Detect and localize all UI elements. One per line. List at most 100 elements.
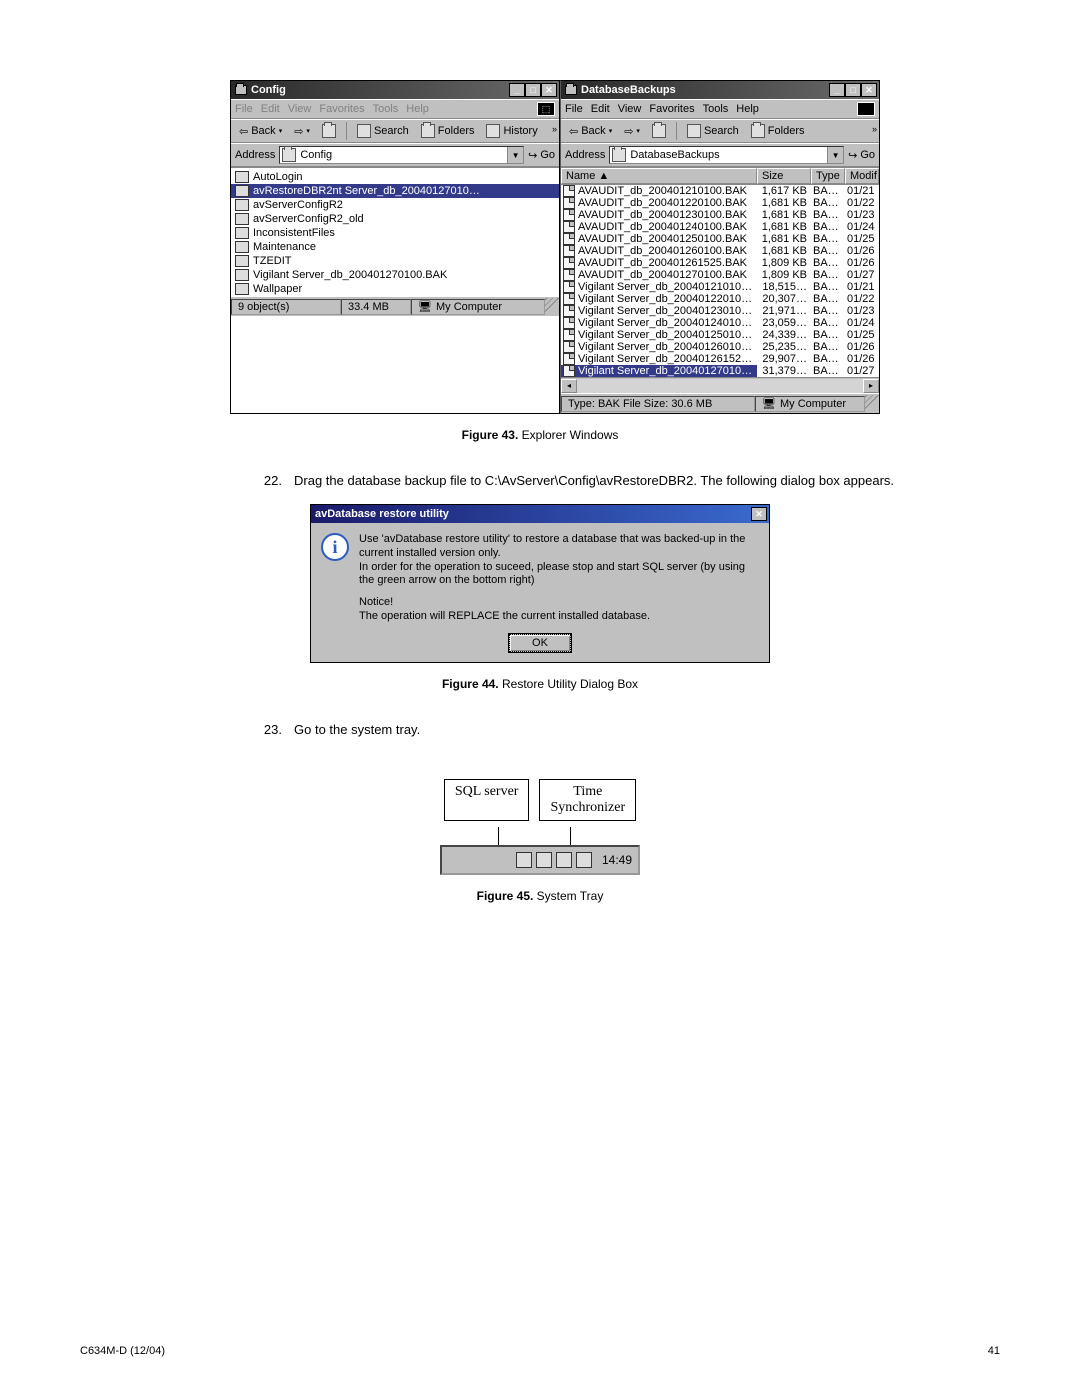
maximize-button[interactable]: □: [845, 83, 861, 97]
col-size[interactable]: Size: [757, 168, 811, 184]
file-name: Vigilant Server_db_20040126152…: [578, 353, 752, 365]
tray-icon-1[interactable]: [516, 852, 532, 868]
list-item[interactable]: Vigilant Server_db_200401270100.BAK: [231, 268, 559, 282]
forward-button[interactable]: ⇨ ▾: [290, 123, 314, 140]
resize-grip-icon[interactable]: [545, 298, 559, 316]
scroll-right-icon[interactable]: ▸: [863, 379, 879, 393]
search-button[interactable]: Search: [353, 122, 413, 140]
col-type[interactable]: Type: [811, 168, 845, 184]
list-item[interactable]: TZEDIT: [231, 254, 559, 268]
list-item[interactable]: Maintenance: [231, 240, 559, 254]
menu-tools[interactable]: Tools: [703, 103, 729, 115]
file-type: BA…: [811, 281, 845, 293]
table-row[interactable]: AVAUDIT_db_200401250100.BAK1,681 KBBA…01…: [561, 233, 879, 245]
scroll-track[interactable]: [577, 379, 863, 393]
go-button[interactable]: ↪ Go: [528, 149, 555, 162]
maximize-button[interactable]: □: [525, 83, 541, 97]
table-row[interactable]: Vigilant Server_db_20040123010…21,971…BA…: [561, 305, 879, 317]
table-row[interactable]: Vigilant Server_db_20040121010…18,515…BA…: [561, 281, 879, 293]
table-row[interactable]: AVAUDIT_db_200401261525.BAK1,809 KBBA…01…: [561, 257, 879, 269]
menu-favorites[interactable]: Favorites: [319, 103, 364, 115]
info-icon: i: [321, 533, 349, 561]
address-field[interactable]: Config ▼: [279, 146, 524, 164]
close-button[interactable]: ✕: [751, 507, 767, 521]
menu-view[interactable]: View: [288, 103, 312, 115]
menu-edit[interactable]: Edit: [591, 103, 610, 115]
file-size: 1,681 KB: [757, 197, 811, 209]
figure-44: avDatabase restore utility ✕ i Use 'avDa…: [80, 504, 1000, 663]
col-modified[interactable]: Modif: [845, 168, 879, 184]
list-item[interactable]: avServerConfigR2_old: [231, 212, 559, 226]
back-button[interactable]: ⇦ Back ▾: [235, 123, 286, 140]
menu-tools[interactable]: Tools: [373, 103, 399, 115]
table-row[interactable]: Vigilant Server_db_20040122010…20,307…BA…: [561, 293, 879, 305]
menu-help[interactable]: Help: [736, 103, 759, 115]
file-modified: 01/26: [845, 353, 879, 365]
config-titlebar[interactable]: Config _ □ ✕: [231, 81, 559, 99]
forward-button[interactable]: ⇨ ▾: [620, 123, 644, 140]
table-row[interactable]: Vigilant Server_db_20040124010…23,059…BA…: [561, 317, 879, 329]
config-addressbar: Address Config ▼ ↪ Go: [231, 143, 559, 167]
table-row[interactable]: Vigilant Server_db_20040127010…31,379…BA…: [561, 365, 879, 377]
toolbar-chevron-icon[interactable]: »: [872, 124, 877, 134]
menu-favorites[interactable]: Favorites: [649, 103, 694, 115]
folders-button[interactable]: Folders: [417, 122, 479, 140]
file-icon: [563, 185, 575, 197]
horizontal-scrollbar[interactable]: ◂ ▸: [561, 377, 879, 393]
table-row[interactable]: AVAUDIT_db_200401260100.BAK1,681 KBBA…01…: [561, 245, 879, 257]
list-item[interactable]: avServerConfigR2: [231, 198, 559, 212]
menu-edit[interactable]: Edit: [261, 103, 280, 115]
minimize-button[interactable]: _: [509, 83, 525, 97]
list-item[interactable]: InconsistentFiles: [231, 226, 559, 240]
folders-button[interactable]: Folders: [747, 122, 809, 140]
system-tray[interactable]: 14:49: [440, 845, 640, 875]
menu-help[interactable]: Help: [406, 103, 429, 115]
dropdown-icon[interactable]: ▼: [827, 147, 843, 163]
tray-icon-4[interactable]: [576, 852, 592, 868]
address-field[interactable]: DatabaseBackups ▼: [609, 146, 844, 164]
table-row[interactable]: Vigilant Server_db_20040126010…25,235…BA…: [561, 341, 879, 353]
file-icon: [563, 353, 575, 365]
table-row[interactable]: AVAUDIT_db_200401210100.BAK1,617 KBBA…01…: [561, 185, 879, 197]
table-row[interactable]: AVAUDIT_db_200401230100.BAK1,681 KBBA…01…: [561, 209, 879, 221]
close-button[interactable]: ✕: [861, 83, 877, 97]
scroll-left-icon[interactable]: ◂: [561, 379, 577, 393]
menu-view[interactable]: View: [618, 103, 642, 115]
dropdown-icon[interactable]: ▼: [507, 147, 523, 163]
table-row[interactable]: Vigilant Server_db_20040126152…29,907…BA…: [561, 353, 879, 365]
db-titlebar[interactable]: DatabaseBackups _ □ ✕: [561, 81, 879, 99]
list-item[interactable]: avRestoreDBR2nt Server_db_20040127010…: [231, 184, 559, 198]
ok-button[interactable]: OK: [509, 634, 571, 652]
tray-time-synchronizer-icon[interactable]: [556, 852, 572, 868]
back-button[interactable]: ⇦ Back ▾: [565, 123, 616, 140]
resize-grip-icon[interactable]: [865, 395, 879, 413]
file-size: 1,617 KB: [757, 185, 811, 197]
minimize-button[interactable]: _: [829, 83, 845, 97]
table-row[interactable]: AVAUDIT_db_200401220100.BAK1,681 KBBA…01…: [561, 197, 879, 209]
status-location: 🖥 My Computer: [755, 396, 865, 412]
up-button[interactable]: [648, 122, 670, 140]
tray-clock[interactable]: 14:49: [602, 853, 632, 867]
table-row[interactable]: AVAUDIT_db_200401270100.BAK1,809 KBBA…01…: [561, 269, 879, 281]
menu-file[interactable]: File: [565, 103, 583, 115]
close-button[interactable]: ✕: [541, 83, 557, 97]
up-button[interactable]: [318, 122, 340, 140]
list-item[interactable]: Wallpaper: [231, 282, 559, 296]
history-button[interactable]: History: [482, 122, 541, 140]
item-label: TZEDIT: [253, 255, 292, 267]
table-row[interactable]: AVAUDIT_db_200401240100.BAK1,681 KBBA…01…: [561, 221, 879, 233]
file-size: 1,681 KB: [757, 233, 811, 245]
go-button[interactable]: ↪ Go: [848, 149, 875, 162]
file-icon: [235, 255, 249, 267]
search-button[interactable]: Search: [683, 122, 743, 140]
tray-sql-server-icon[interactable]: [536, 852, 552, 868]
file-modified: 01/22: [845, 293, 879, 305]
menu-file[interactable]: File: [235, 103, 253, 115]
col-name[interactable]: Name ▲: [561, 168, 757, 184]
table-row[interactable]: Vigilant Server_db_20040125010…24,339…BA…: [561, 329, 879, 341]
dialog-titlebar[interactable]: avDatabase restore utility ✕: [311, 505, 769, 523]
list-item[interactable]: AutoLogin: [231, 170, 559, 184]
toolbar-chevron-icon[interactable]: »: [552, 124, 557, 134]
file-type: BA…: [811, 197, 845, 209]
status-location: 🖥 My Computer: [411, 299, 545, 315]
